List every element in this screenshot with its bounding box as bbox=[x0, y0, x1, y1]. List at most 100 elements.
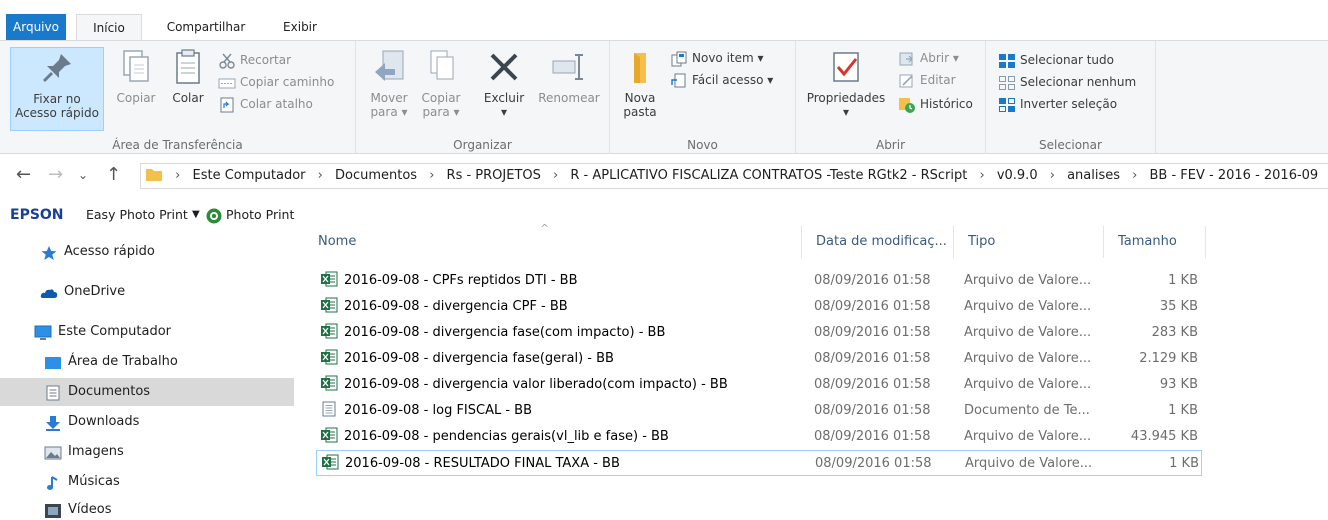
column-header-type[interactable]: Tipo bbox=[954, 226, 1104, 258]
new-group-label: Novo bbox=[687, 138, 718, 152]
file-type: Arquivo de Valore... bbox=[964, 351, 1092, 366]
file-type: Arquivo de Valore... bbox=[965, 456, 1093, 471]
easy-photo-print-button[interactable]: Easy Photo Print bbox=[86, 202, 188, 228]
new-item-button[interactable]: Novo item ▾ bbox=[670, 47, 764, 69]
file-size: 1 KB bbox=[1168, 403, 1198, 418]
nav-item-music[interactable]: Músicas bbox=[44, 468, 120, 496]
file-row[interactable]: 2016-09-08 - pendencias gerais(vl_lib e … bbox=[316, 424, 1202, 450]
properties-button[interactable]: Propriedades ▾ bbox=[800, 47, 892, 119]
new-item-icon bbox=[670, 51, 688, 67]
move-to-button[interactable]: Mover para ▾ bbox=[364, 47, 414, 119]
select-none-button[interactable]: Selecionar nenhum bbox=[998, 71, 1136, 93]
invert-selection-label: Inverter seleção bbox=[1020, 97, 1118, 111]
nav-label-documents: Documentos bbox=[68, 384, 151, 399]
paste-label: Colar bbox=[172, 91, 204, 105]
open-icon bbox=[898, 51, 916, 67]
invert-selection-button[interactable]: Inverter seleção bbox=[998, 93, 1117, 115]
easy-access-button[interactable]: Fácil acesso ▾ bbox=[670, 69, 773, 91]
tab-compartilhar[interactable]: Compartilhar bbox=[154, 14, 258, 40]
file-row[interactable]: 2016-09-08 - divergencia CPF - BB 08/09/… bbox=[316, 294, 1202, 320]
pin-label-1: Fixar no bbox=[33, 92, 81, 106]
nav-item-documents[interactable]: Documentos bbox=[44, 378, 150, 406]
breadcrumb-version[interactable]: v0.9.0 bbox=[997, 168, 1038, 183]
file-row[interactable]: 2016-09-08 - RESULTADO FINAL TAXA - BB 0… bbox=[316, 450, 1202, 476]
file-row[interactable]: 2016-09-08 - divergencia valor liberado(… bbox=[316, 372, 1202, 398]
nav-item-this-pc[interactable]: Este Computador bbox=[34, 318, 171, 346]
forward-arrow-icon[interactable]: → bbox=[48, 164, 63, 185]
download-arrow-icon bbox=[44, 414, 62, 431]
back-arrow-icon[interactable]: ← bbox=[16, 164, 31, 185]
tab-exibir[interactable]: Exibir bbox=[274, 14, 326, 40]
pin-icon bbox=[37, 48, 77, 88]
nav-item-onedrive[interactable]: OneDrive bbox=[40, 278, 125, 306]
new-item-label: Novo item ▾ bbox=[692, 51, 764, 65]
file-date: 08/09/2016 01:58 bbox=[814, 377, 931, 392]
csv-excel-icon bbox=[321, 454, 339, 470]
column-header-date[interactable]: Data de modificaç... bbox=[802, 226, 954, 258]
copy-to-icon bbox=[421, 47, 461, 87]
epson-logo: EPSON bbox=[10, 207, 64, 223]
file-type: Arquivo de Valore... bbox=[964, 273, 1092, 288]
properties-dropdown[interactable]: ▾ bbox=[800, 105, 892, 119]
file-size: 43.945 KB bbox=[1130, 429, 1198, 444]
edit-button[interactable]: Editar bbox=[898, 69, 956, 91]
nav-item-images[interactable]: Imagens bbox=[44, 438, 124, 466]
file-size: 1 KB bbox=[1168, 273, 1198, 288]
copy-button[interactable]: Copiar bbox=[112, 47, 160, 105]
new-folder-button[interactable]: Nova pasta bbox=[616, 47, 664, 119]
images-icon bbox=[44, 444, 62, 460]
copy-path-button[interactable]: Copiar caminho bbox=[218, 71, 334, 93]
file-name: 2016-09-08 - pendencias gerais(vl_lib e … bbox=[344, 429, 669, 444]
copy-to-label-1: Copiar bbox=[421, 91, 461, 105]
nav-item-desktop[interactable]: Área de Trabalho bbox=[44, 348, 178, 376]
paste-shortcut-button[interactable]: Colar atalho bbox=[218, 93, 313, 115]
breadcrumb-rs-projetos[interactable]: Rs - PROJETOS bbox=[447, 168, 541, 183]
column-header-name[interactable]: Nome bbox=[304, 226, 802, 258]
file-row[interactable]: 2016-09-08 - divergencia fase(com impact… bbox=[316, 320, 1202, 346]
move-to-label-2: para ▾ bbox=[370, 105, 408, 119]
breadcrumb-este-computador[interactable]: Este Computador bbox=[192, 168, 305, 183]
address-bar[interactable]: › Este Computador › Documentos › Rs - PR… bbox=[140, 163, 1328, 189]
tab-arquivo[interactable]: Arquivo bbox=[6, 14, 66, 40]
delete-dropdown[interactable]: ▾ bbox=[476, 105, 532, 119]
paste-button[interactable]: Colar bbox=[166, 47, 210, 105]
nav-label-music: Músicas bbox=[68, 474, 120, 489]
copy-to-button[interactable]: Copiar para ▾ bbox=[416, 47, 466, 119]
file-size: 2.129 KB bbox=[1139, 351, 1198, 366]
open-group: Propriedades ▾ Abrir ▾ Editar Histórico … bbox=[796, 41, 986, 154]
file-row[interactable]: 2016-09-08 - log FISCAL - BB 08/09/2016 … bbox=[316, 398, 1202, 424]
nav-item-quick-access[interactable]: Acesso rápido bbox=[40, 238, 155, 266]
rename-button[interactable]: Renomear bbox=[534, 47, 604, 105]
recent-locations-chevron-icon[interactable]: ⌄ bbox=[78, 168, 88, 182]
copy-icon bbox=[116, 47, 156, 87]
photo-print-button[interactable]: Photo Print bbox=[226, 202, 294, 228]
breadcrumb-aplicativo[interactable]: R - APLICATIVO FISCALIZA CONTRATOS -Test… bbox=[570, 168, 967, 183]
cut-button[interactable]: Recortar bbox=[218, 49, 291, 71]
file-row[interactable]: 2016-09-08 - CPFs reptidos DTI - BB 08/0… bbox=[316, 268, 1202, 294]
new-group: Nova pasta Novo item ▾ Fácil acesso ▾ No… bbox=[610, 41, 796, 154]
file-name: 2016-09-08 - divergencia fase(geral) - B… bbox=[344, 351, 614, 366]
breadcrumb-documentos[interactable]: Documentos bbox=[335, 168, 417, 183]
file-name: 2016-09-08 - log FISCAL - BB bbox=[344, 403, 533, 418]
pin-label-2: Acesso rápido bbox=[15, 106, 99, 120]
column-header-size[interactable]: Tamanho bbox=[1104, 226, 1206, 258]
file-date: 08/09/2016 01:58 bbox=[815, 456, 932, 471]
nav-item-videos[interactable]: Vídeos bbox=[44, 496, 111, 520]
open-button[interactable]: Abrir ▾ bbox=[898, 47, 959, 69]
ribbon-tabs: Arquivo Início Compartilhar Exibir bbox=[0, 0, 1328, 41]
select-all-button[interactable]: Selecionar tudo bbox=[998, 49, 1114, 71]
breadcrumb-current-folder[interactable]: BB - FEV - 2016 - 2016-09 bbox=[1150, 168, 1319, 183]
up-arrow-icon[interactable]: ↑ bbox=[106, 164, 121, 185]
breadcrumb-analises[interactable]: analises bbox=[1067, 168, 1120, 183]
easy-photo-print-dropdown-icon[interactable]: ▼ bbox=[192, 202, 200, 228]
nav-item-downloads[interactable]: Downloads bbox=[44, 408, 139, 436]
onedrive-cloud-icon bbox=[40, 284, 58, 300]
tab-inicio[interactable]: Início bbox=[76, 14, 142, 41]
history-button[interactable]: Histórico bbox=[898, 93, 973, 115]
delete-x-icon bbox=[484, 47, 524, 87]
file-row[interactable]: 2016-09-08 - divergencia fase(geral) - B… bbox=[316, 346, 1202, 372]
open-group-label: Abrir bbox=[875, 138, 906, 152]
select-none-label: Selecionar nenhum bbox=[1020, 75, 1137, 89]
delete-button[interactable]: Excluir ▾ bbox=[476, 47, 532, 119]
pin-quick-access-button[interactable]: Fixar no Acesso rápido bbox=[10, 47, 104, 131]
